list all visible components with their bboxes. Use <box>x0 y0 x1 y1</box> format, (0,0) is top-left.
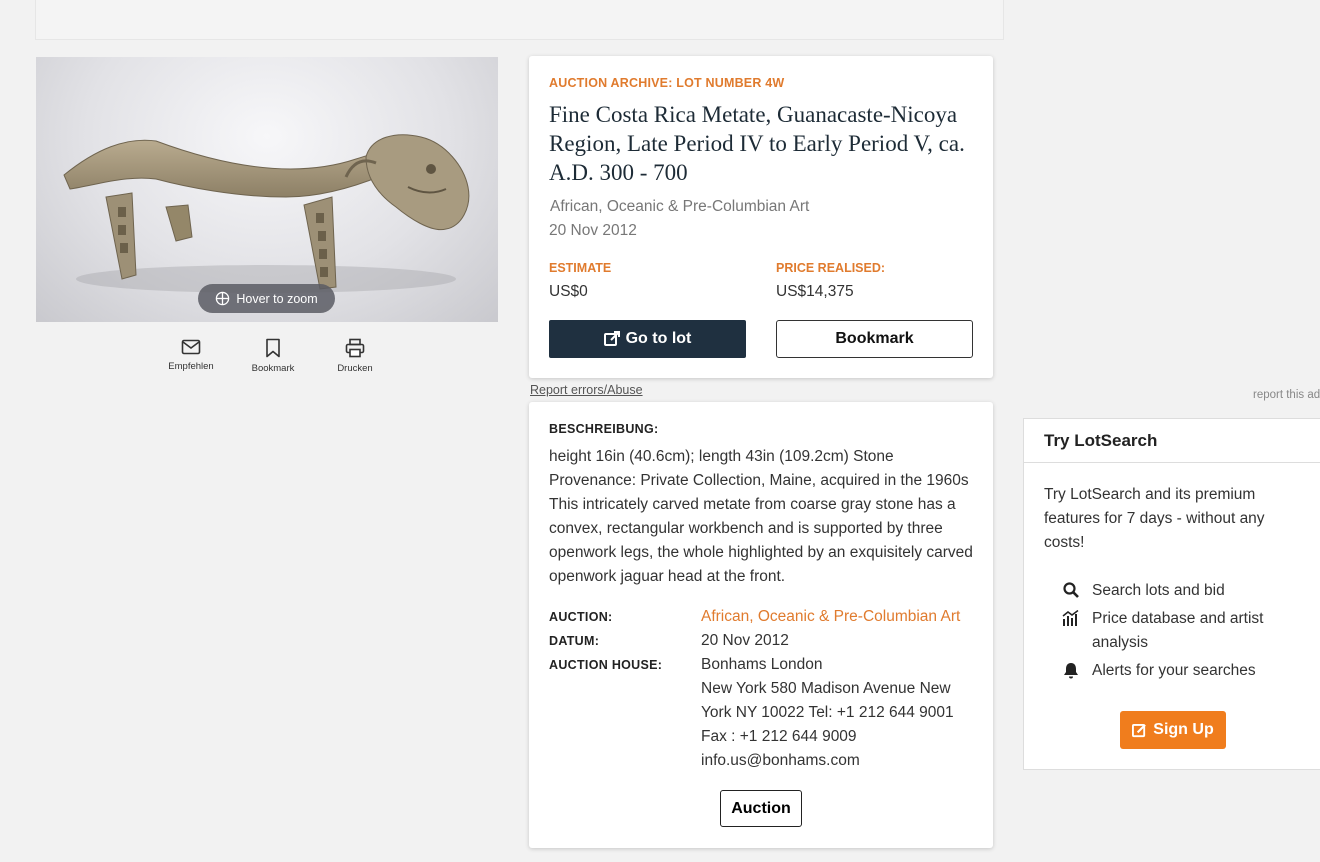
lotsearch-text: Try LotSearch and its premium features f… <box>1044 486 1265 551</box>
price-realised-value: US$14,375 <box>776 283 854 300</box>
lot-title: Fine Costa Rica Metate, Guanacaste-Nicoy… <box>549 102 965 185</box>
chart-icon <box>1062 610 1079 626</box>
date-label: DATUM: <box>549 634 600 648</box>
print-label: Drucken <box>337 363 373 374</box>
bookmark-icon <box>266 338 280 358</box>
auction-house-line: New York 580 Madison Avenue New <box>701 680 951 697</box>
sign-up-label: Sign Up <box>1153 721 1214 738</box>
top-banner-area <box>35 0 1004 40</box>
bookmark-action-label: Bookmark <box>251 363 295 374</box>
feature-search-label: Search lots and bid <box>1092 582 1225 599</box>
lotsearch-promo-card: Try LotSearch Try LotSearch and its prem… <box>1023 418 1320 770</box>
recommend-button[interactable]: Empfehlen <box>150 338 232 374</box>
hover-to-zoom-hint[interactable]: Hover to zoom <box>198 284 335 313</box>
bookmark-button[interactable]: Bookmark <box>776 320 973 358</box>
recommend-label: Empfehlen <box>168 361 214 372</box>
image-actions: Empfehlen Bookmark Drucken <box>150 338 396 374</box>
lot-category: African, Oceanic & Pre-Columbian Art <box>550 198 810 215</box>
auction-house-value: Bonhams London New York 580 Madison Aven… <box>701 653 954 773</box>
report-ad-link[interactable]: report this ad <box>1253 389 1320 401</box>
feature-alerts: Alerts for your searches <box>1062 659 1256 683</box>
bookmark-action-button[interactable]: Bookmark <box>232 338 314 374</box>
search-icon <box>1063 582 1079 598</box>
edit-icon <box>1132 723 1147 737</box>
feature-price-database-label: Price database and artist analysis <box>1092 610 1264 651</box>
description-text: height 16in (40.6cm); length 43in (109.2… <box>549 448 973 585</box>
auction-label: AUCTION: <box>549 610 613 624</box>
report-errors-link[interactable]: Report errors/Abuse <box>530 383 643 397</box>
print-icon <box>345 338 365 358</box>
mail-icon <box>181 339 201 355</box>
estimate-label: ESTIMATE <box>549 261 612 275</box>
feature-alerts-label: Alerts for your searches <box>1092 662 1256 679</box>
bell-icon <box>1064 663 1078 679</box>
description-heading: BESCHREIBUNG: <box>549 422 659 436</box>
feature-search: Search lots and bid <box>1062 579 1225 603</box>
price-realised-label: PRICE REALISED: <box>776 261 886 275</box>
feature-price-database: Price database and artist analysis <box>1062 607 1292 655</box>
lot-number-eyebrow: AUCTION ARCHIVE: LOT NUMBER 4W <box>549 76 785 90</box>
lot-image[interactable] <box>36 57 498 322</box>
auction-house-line: Fax : +1 212 644 9009 <box>701 728 857 745</box>
auction-house-line: York NY 10022 Tel: +1 212 644 9001 <box>701 704 954 721</box>
estimate-value: US$0 <box>549 283 588 300</box>
print-button[interactable]: Drucken <box>314 338 396 374</box>
lot-date: 20 Nov 2012 <box>549 222 637 239</box>
go-to-lot-label: Go to lot <box>625 330 692 347</box>
lotsearch-title: Try LotSearch <box>1024 419 1320 463</box>
description-card: BESCHREIBUNG: height 16in (40.6cm); leng… <box>529 402 993 848</box>
auction-house-email: info.us@bonhams.com <box>701 752 860 769</box>
lot-summary-card: AUCTION ARCHIVE: LOT NUMBER 4W Fine Cost… <box>529 56 993 378</box>
auction-link[interactable]: African, Oceanic & Pre-Columbian Art <box>701 605 960 629</box>
auction-house-line: Bonhams London <box>701 656 823 673</box>
auction-house-label: AUCTION HOUSE: <box>549 658 663 672</box>
auction-button[interactable]: Auction <box>720 790 802 827</box>
external-link-icon <box>603 331 620 346</box>
date-value: 20 Nov 2012 <box>701 632 789 649</box>
go-to-lot-button[interactable]: Go to lot <box>549 320 746 358</box>
sign-up-button[interactable]: Sign Up <box>1120 711 1226 749</box>
zoom-hint-label: Hover to zoom <box>236 291 318 306</box>
metate-illustration <box>63 134 470 293</box>
crosshair-icon <box>216 291 230 306</box>
